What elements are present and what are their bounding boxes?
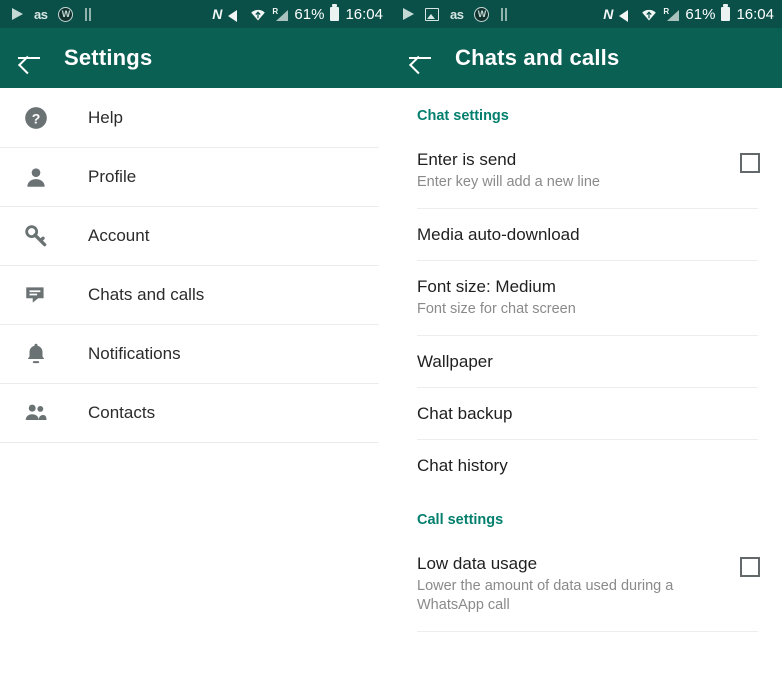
battery-icon — [721, 4, 731, 21]
nfc-icon: N — [212, 6, 223, 22]
status-bar-notification-icons-right: as W — [403, 6, 603, 22]
sidebar-item-label: Chats and calls — [88, 284, 205, 304]
pref-row-low-data-usage[interactable]: Low data usage Lower the amount of data … — [391, 538, 782, 631]
pref-row-enter-is-send[interactable]: Enter is send Enter key will add a new l… — [391, 134, 782, 208]
sidebar-item-label: Help — [88, 107, 123, 127]
checkbox-enter-is-send[interactable] — [740, 153, 760, 173]
pref-row-media-auto-download[interactable]: Media auto-download — [391, 209, 782, 260]
chat-bubble-icon — [18, 282, 54, 308]
battery-percent-label: 61% — [685, 5, 716, 23]
w-badge-icon: W — [58, 6, 74, 22]
signal-roaming-icon: R — [663, 7, 680, 21]
wifi-icon — [250, 8, 266, 21]
pref-row-chat-backup[interactable]: Chat backup — [391, 388, 782, 439]
clock-label: 16:04 — [345, 5, 383, 23]
bell-icon — [18, 341, 54, 367]
sidebar-item-profile[interactable]: Profile — [0, 147, 391, 206]
sidebar-item-label: Account — [88, 225, 150, 245]
pref-title: Media auto-download — [417, 224, 580, 244]
status-bar-system-icons-left: N R 61% 16:04 — [212, 4, 383, 23]
pref-row-chat-history[interactable]: Chat history — [391, 440, 782, 491]
lastfm-icon: as — [450, 6, 464, 22]
wifi-icon — [641, 8, 657, 21]
pref-texts: Low data usage Lower the amount of data … — [417, 553, 740, 616]
list-bottom-divider — [0, 442, 379, 443]
mute-icon — [228, 7, 244, 22]
status-bar-notification-icons-left: as W — [12, 6, 212, 22]
sidebar-item-label: Contacts — [88, 402, 156, 422]
sidebar-item-chats-and-calls[interactable]: Chats and calls — [0, 265, 391, 324]
sidebar-item-contacts[interactable]: Contacts — [0, 383, 391, 442]
pref-texts: Chat history — [417, 455, 760, 476]
page-title: Settings — [64, 45, 153, 70]
preferences-list: Chat settings Enter is send Enter key wi… — [391, 88, 782, 642]
play-icon — [12, 8, 23, 20]
checkbox-low-data-usage[interactable] — [740, 556, 760, 577]
page-title: Chats and calls — [455, 45, 620, 70]
signal-roaming-icon: R — [272, 7, 289, 21]
app-bar-settings: Settings — [0, 28, 391, 88]
section-header-chat-settings: Chat settings — [417, 108, 509, 124]
back-arrow-icon[interactable] — [16, 45, 42, 71]
pref-texts: Enter is send Enter key will add a new l… — [417, 149, 740, 193]
status-bar-right: as W N R 61% 16:04 — [391, 0, 782, 28]
back-arrow-icon[interactable] — [407, 45, 433, 71]
pref-texts: Font size: Medium Font size for chat scr… — [417, 276, 760, 320]
dual-screenshot-container: as W N R 61% 16:04 Settings ? Help Profi… — [0, 0, 782, 693]
sidebar-item-help[interactable]: ? Help — [0, 88, 391, 147]
app-bar-chats-and-calls: Chats and calls — [391, 28, 782, 88]
pause-icon — [84, 7, 92, 21]
pref-subtitle: Font size for chat screen — [417, 301, 576, 318]
lastfm-icon: as — [34, 6, 48, 22]
pref-title: Font size: Medium — [417, 277, 556, 297]
sidebar-item-label: Profile — [88, 166, 137, 186]
person-icon — [18, 164, 54, 190]
key-icon — [18, 223, 54, 249]
pref-title: Wallpaper — [417, 351, 493, 371]
pref-title: Low data usage — [417, 553, 538, 573]
pref-texts: Media auto-download — [417, 224, 760, 245]
settings-list: ? Help Profile Account Chats and calls N… — [0, 88, 391, 443]
right-phone-screen: as W N R 61% 16:04 Chats and calls Chat … — [391, 0, 782, 693]
screenshot-image-icon — [425, 7, 439, 21]
pref-row-wallpaper[interactable]: Wallpaper — [391, 336, 782, 387]
clock-label: 16:04 — [736, 5, 774, 23]
contacts-people-icon — [18, 400, 54, 426]
pref-title: Chat history — [417, 456, 508, 476]
section-header-call-settings: Call settings — [417, 511, 504, 528]
mute-icon — [619, 7, 635, 22]
nfc-icon: N — [603, 6, 614, 22]
battery-percent-label: 61% — [294, 5, 325, 23]
pref-subtitle: Lower the amount of data used during a W… — [417, 577, 674, 614]
w-badge-icon: W — [474, 6, 490, 22]
pref-title: Enter is send — [417, 150, 517, 169]
play-icon — [403, 8, 414, 20]
list-bottom-padding — [391, 632, 782, 642]
pause-icon — [500, 7, 508, 21]
pref-subtitle: Enter key will add a new line — [417, 174, 600, 191]
status-bar-system-icons-right: N R 61% 16:04 — [603, 4, 774, 23]
pref-texts: Wallpaper — [417, 351, 760, 372]
status-bar-left: as W N R 61% 16:04 — [0, 0, 391, 28]
sidebar-item-account[interactable]: Account — [0, 206, 391, 265]
help-circle-icon: ? — [18, 105, 54, 131]
battery-icon — [330, 4, 340, 21]
pref-row-font-size[interactable]: Font size: Medium Font size for chat scr… — [391, 261, 782, 335]
sidebar-item-label: Notifications — [88, 343, 181, 363]
sidebar-item-notifications[interactable]: Notifications — [0, 324, 391, 383]
svg-text:?: ? — [32, 110, 41, 126]
pref-texts: Chat backup — [417, 403, 760, 424]
pref-title: Chat backup — [417, 404, 513, 424]
left-phone-screen: as W N R 61% 16:04 Settings ? Help Profi… — [0, 0, 391, 693]
